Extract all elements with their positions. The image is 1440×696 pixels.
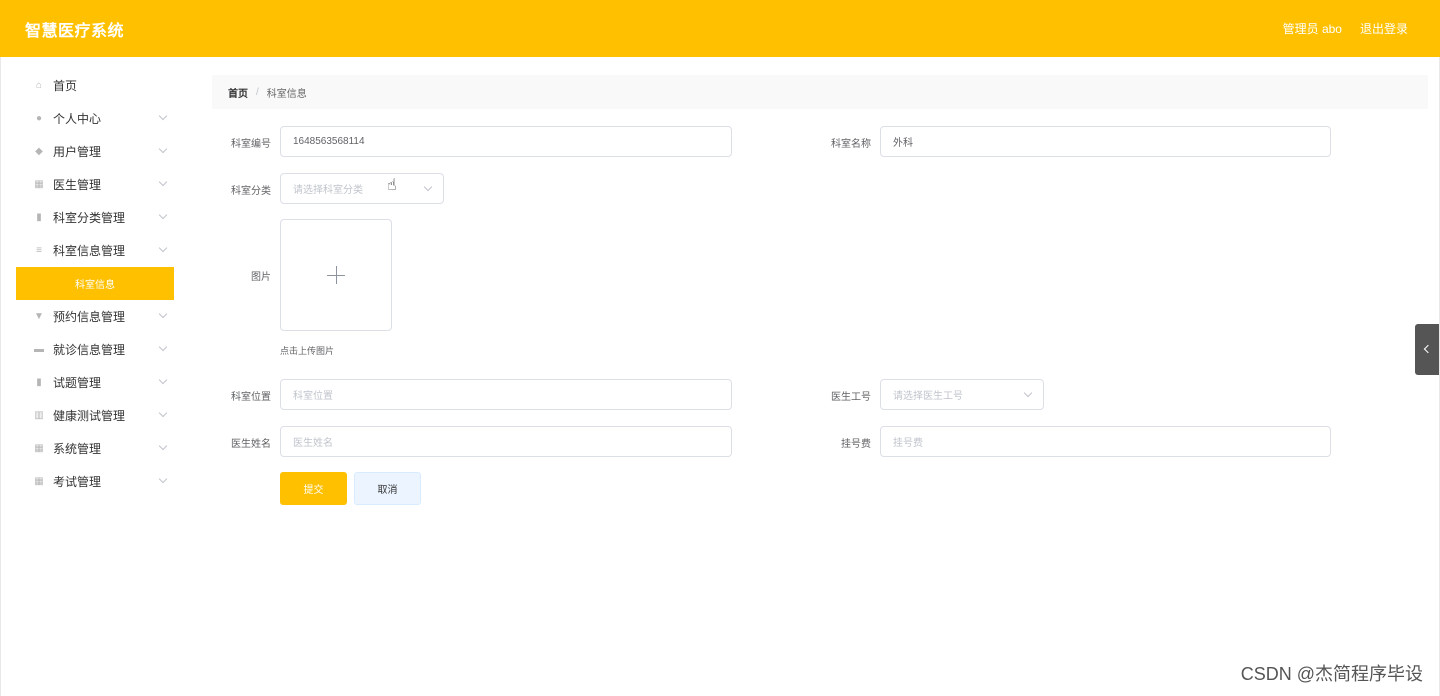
sidebar-item-label: 系统管理 <box>53 442 102 456</box>
sidebar-item-label: 医生管理 <box>53 178 102 192</box>
upload-tip: 点击上传图片 <box>280 346 335 356</box>
sidebar-item-label: 个人中心 <box>53 112 102 126</box>
home-icon: ⌂ <box>35 79 43 91</box>
sidebar-item-exam-management[interactable]: ▦ 考试管理 <box>16 465 174 498</box>
sidebar-item-label: 预约信息管理 <box>53 310 126 324</box>
plus-icon-vertical <box>336 266 337 284</box>
sidebar-item-home[interactable]: ⌂ 首页 <box>16 69 174 102</box>
sidebar-item-label: 试题管理 <box>53 376 102 390</box>
table-icon: ▦ <box>34 475 44 487</box>
collapse-side-tab[interactable] <box>1415 324 1439 375</box>
watermark: CSDN @杰简程序毕设 <box>1240 664 1423 684</box>
cancel-button[interactable]: 取消 <box>354 472 421 505</box>
sidebar-item-dept-info-management[interactable]: ≡ 科室信息管理 <box>16 234 174 267</box>
sidebar-item-question-management[interactable]: ▮ 试题管理 <box>16 366 174 399</box>
sidebar-item-label: 科室信息管理 <box>53 244 126 258</box>
shield-icon: ◆ <box>35 145 43 157</box>
sidebar-item-label: 就诊信息管理 <box>53 343 126 357</box>
sidebar-item-personal-center[interactable]: ● 个人中心 <box>16 102 174 135</box>
header-user-area: 管理员 abo 退出登录 <box>1283 20 1408 37</box>
sidebar-menu: ⌂ 首页 ● 个人中心 ◆ 用户管理 ▦ 医生管理 ▮ 科室分类管理 ≡ 科室信… <box>16 69 174 498</box>
chevron-down-icon <box>1023 388 1033 398</box>
logout-link[interactable]: 退出登录 <box>1360 20 1408 37</box>
dept-name-input[interactable]: 外科 <box>880 126 1331 157</box>
chevron-down-icon <box>158 243 168 253</box>
sidebar-item-appointment-management[interactable]: ▼ 预约信息管理 <box>16 300 174 333</box>
dept-category-label: 科室分类 <box>231 186 271 197</box>
clipboard-icon: ▮ <box>36 376 42 388</box>
chevron-down-icon <box>158 111 168 121</box>
suitcase-icon: ▬ <box>34 343 44 355</box>
sidebar-item-label: 用户管理 <box>53 145 102 159</box>
submit-button[interactable]: 提交 <box>280 472 347 505</box>
chevron-down-icon <box>158 309 168 319</box>
image-label: 图片 <box>251 272 271 283</box>
dept-no-label: 科室编号 <box>231 139 271 150</box>
chevron-left-icon <box>1423 344 1433 354</box>
submenu-item-dept-info[interactable]: 科室信息 <box>16 267 174 300</box>
chevron-down-icon <box>158 375 168 385</box>
doctor-name-label: 医生姓名 <box>231 439 271 450</box>
sidebar-item-label: 考试管理 <box>53 475 102 489</box>
sidebar-item-label: 健康测试管理 <box>53 409 126 423</box>
dept-location-label: 科室位置 <box>231 392 271 403</box>
chevron-down-icon <box>158 342 168 352</box>
chevron-down-icon <box>423 182 433 192</box>
top-header: 智慧医疗系统 管理员 abo 退出登录 <box>0 0 1440 57</box>
dept-location-input[interactable]: 科室位置 <box>280 379 732 410</box>
sidebar-item-system-management[interactable]: ▦ 系统管理 <box>16 432 174 465</box>
user-icon: ● <box>35 112 43 124</box>
doctor-name-input[interactable]: 医生姓名 <box>280 426 732 457</box>
chevron-down-icon <box>158 177 168 187</box>
dept-no-input[interactable]: 1648563568114 <box>280 126 732 157</box>
doctor-id-placeholder: 请选择医生工号 <box>893 391 963 402</box>
sidebar-item-label: 科室分类管理 <box>53 211 126 225</box>
admin-user-label[interactable]: 管理员 abo <box>1283 20 1342 37</box>
clipboard-icon: ▮ <box>36 211 42 223</box>
doctor-id-label: 医生工号 <box>831 392 871 403</box>
chevron-down-icon <box>158 144 168 154</box>
dept-name-label: 科室名称 <box>831 139 871 150</box>
sidebar-item-label: 首页 <box>53 79 78 93</box>
reg-fee-label: 挂号费 <box>841 439 871 450</box>
doctor-id-select[interactable]: 请选择医生工号 <box>880 379 1044 410</box>
breadcrumb-current: 科室信息 <box>266 88 307 100</box>
list-icon: ≡ <box>36 244 42 256</box>
image-upload-box[interactable] <box>280 219 392 331</box>
bars-icon: ▥ <box>34 409 44 421</box>
breadcrumb: 首页 / 科室信息 <box>212 75 1428 109</box>
dept-category-placeholder: 请选择科室分类 <box>293 185 363 196</box>
dept-category-select[interactable]: 请选择科室分类 <box>280 173 444 204</box>
sidebar-item-health-test-management[interactable]: ▥ 健康测试管理 <box>16 399 174 432</box>
hand-cursor-icon: ☝ <box>387 177 397 194</box>
breadcrumb-separator: / <box>256 86 259 98</box>
chevron-down-icon <box>158 441 168 451</box>
sidebar-item-visit-management[interactable]: ▬ 就诊信息管理 <box>16 333 174 366</box>
breadcrumb-home[interactable]: 首页 <box>228 85 248 100</box>
main-frame: ⌂ 首页 ● 个人中心 ◆ 用户管理 ▦ 医生管理 ▮ 科室分类管理 ≡ 科室信… <box>0 57 1440 696</box>
grid-icon: ▦ <box>34 442 44 454</box>
cup-icon: ▼ <box>34 310 44 322</box>
reg-fee-input[interactable]: 挂号费 <box>880 426 1331 457</box>
chevron-down-icon <box>158 210 168 220</box>
grid-icon: ▦ <box>34 178 44 190</box>
sidebar-item-user-management[interactable]: ◆ 用户管理 <box>16 135 174 168</box>
sidebar-item-dept-category-management[interactable]: ▮ 科室分类管理 <box>16 201 174 234</box>
chevron-down-icon <box>158 408 168 418</box>
chevron-down-icon <box>158 474 168 484</box>
sidebar-item-doctor-management[interactable]: ▦ 医生管理 <box>16 168 174 201</box>
app-title: 智慧医疗系统 <box>25 22 125 40</box>
